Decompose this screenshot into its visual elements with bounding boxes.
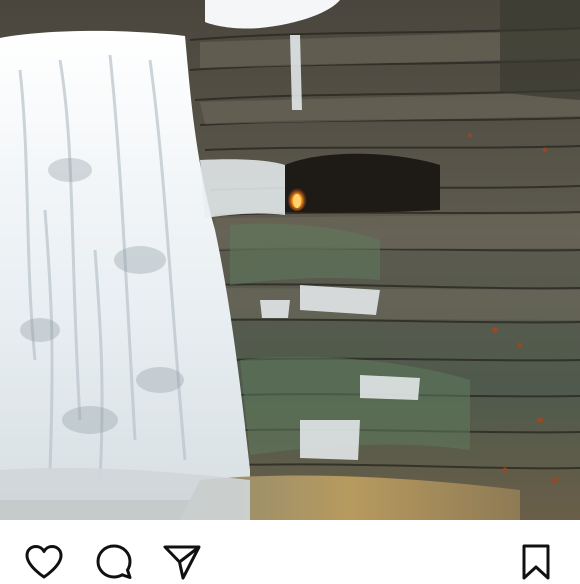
comment-icon bbox=[96, 544, 132, 579]
like-button[interactable] bbox=[22, 540, 66, 584]
share-button[interactable] bbox=[160, 540, 204, 584]
heart-icon bbox=[25, 545, 63, 579]
share-icon bbox=[163, 545, 201, 580]
comment-button[interactable] bbox=[92, 540, 136, 584]
bookmark-icon bbox=[522, 544, 550, 580]
post-action-bar bbox=[0, 520, 580, 580]
save-button[interactable] bbox=[514, 540, 558, 584]
post-photo bbox=[0, 0, 580, 520]
